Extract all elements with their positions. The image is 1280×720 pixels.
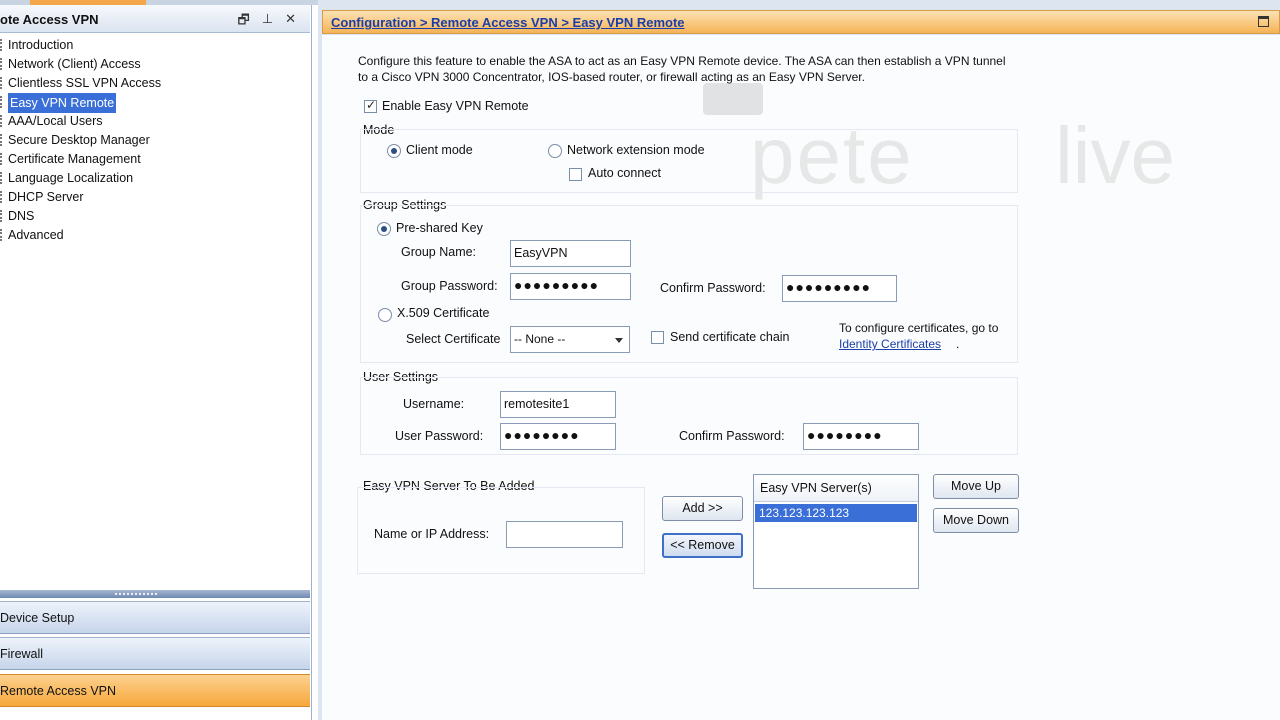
identity-certificates-link[interactable]: Identity Certificates xyxy=(839,337,941,351)
group-name-input[interactable]: EasyVPN xyxy=(510,240,631,267)
remove-server-button[interactable]: << Remove xyxy=(662,533,743,558)
send-certificate-chain-checkbox[interactable] xyxy=(651,331,664,344)
pre-shared-key-radio[interactable] xyxy=(377,222,391,236)
pin-icon[interactable]: ⊥ xyxy=(262,11,273,33)
nav-label: Device Setup xyxy=(0,611,75,625)
feature-description: Configure this feature to enable the ASA… xyxy=(358,54,1006,84)
tree-item-advanced[interactable]: Advanced xyxy=(0,226,310,245)
client-mode-label: Client mode xyxy=(406,143,473,157)
x509-certificate-radio[interactable] xyxy=(378,308,392,322)
nav-firewall[interactable]: Firewall xyxy=(0,637,310,670)
add-server-button[interactable]: Add >> xyxy=(662,496,743,521)
certificate-hint-text: To configure certificates, go to xyxy=(839,321,999,335)
auto-connect-checkbox[interactable] xyxy=(569,168,582,181)
tree-item-network-client-access[interactable]: Network (Client) Access xyxy=(0,55,310,74)
user-password-label: User Password: xyxy=(395,429,484,443)
tree-item-dns[interactable]: DNS xyxy=(0,207,310,226)
username-input[interactable]: remotesite1 xyxy=(500,391,616,418)
user-settings-box xyxy=(360,377,1018,455)
enable-easy-vpn-label: Enable Easy VPN Remote xyxy=(382,99,529,113)
tree-item-aaa-local-users[interactable]: AAA/Local Users xyxy=(0,112,310,131)
restore-icon[interactable]: 🗗 xyxy=(238,11,250,33)
group-confirm-password-label: Confirm Password: xyxy=(660,281,766,295)
certificate-link-suffix: . xyxy=(956,337,960,351)
breadcrumb[interactable]: Configuration > Remote Access VPN > Easy… xyxy=(331,15,685,30)
network-extension-radio[interactable] xyxy=(548,144,562,158)
panel-splitter[interactable] xyxy=(0,590,310,598)
splitter-grip-icon xyxy=(115,593,157,595)
user-confirm-password-label: Confirm Password: xyxy=(679,429,785,443)
move-up-button[interactable]: Move Up xyxy=(933,474,1019,499)
tree-item-clientless-ssl[interactable]: Clientless SSL VPN Access xyxy=(0,74,310,93)
user-password-input[interactable]: ●●●●●●●● xyxy=(500,423,616,450)
left-panel-header: ote Access VPN 🗗 ⊥ ✕ xyxy=(0,5,310,33)
move-down-button[interactable]: Move Down xyxy=(933,508,1019,533)
auto-connect-label: Auto connect xyxy=(588,166,661,180)
nav-device-setup[interactable]: Device Setup xyxy=(0,601,310,634)
nav-remote-access-vpn[interactable]: Remote Access VPN xyxy=(0,674,310,707)
group-password-input[interactable]: ●●●●●●●●● xyxy=(510,273,631,300)
list-item[interactable]: 123.123.123.123 xyxy=(755,504,917,522)
tree-item-dhcp-server[interactable]: DHCP Server xyxy=(0,188,310,207)
nav-label: Remote Access VPN xyxy=(0,684,117,698)
configuration-header: Configuration > Remote Access VPN > Easy… xyxy=(322,10,1280,34)
mode-group-box xyxy=(360,129,1018,193)
servers-list-header: Easy VPN Server(s) xyxy=(754,475,918,502)
select-certificate-value: -- None -- xyxy=(514,332,566,346)
tree-item-easy-vpn-remote[interactable]: Easy VPN Remote xyxy=(0,93,310,113)
left-panel-title: ote Access VPN xyxy=(0,12,99,27)
close-icon[interactable]: ✕ xyxy=(285,11,296,33)
client-mode-radio[interactable] xyxy=(387,144,401,158)
tree-item-language-localization[interactable]: Language Localization xyxy=(0,169,310,188)
server-address-input[interactable] xyxy=(506,521,623,548)
easy-vpn-servers-list[interactable]: Easy VPN Server(s) 123.123.123.123 xyxy=(753,474,919,589)
select-certificate-dropdown[interactable]: -- None -- xyxy=(510,326,630,353)
network-extension-label: Network extension mode xyxy=(567,143,705,157)
group-confirm-password-input[interactable]: ●●●●●●●●● xyxy=(782,275,897,302)
group-password-label: Group Password: xyxy=(401,279,498,293)
navigation-tree: Introduction Network (Client) Access Cli… xyxy=(0,36,310,245)
nav-label: Firewall xyxy=(0,647,44,661)
tree-item-secure-desktop[interactable]: Secure Desktop Manager xyxy=(0,131,310,150)
user-confirm-password-input[interactable]: ●●●●●●●● xyxy=(803,423,919,450)
x509-certificate-label: X.509 Certificate xyxy=(397,306,490,320)
tree-item-certificate-management[interactable]: Certificate Management xyxy=(0,150,310,169)
username-label: Username: xyxy=(403,397,465,411)
enable-easy-vpn-checkbox[interactable] xyxy=(364,98,377,113)
watermark-text-right: live xyxy=(1055,111,1176,200)
pre-shared-key-label: Pre-shared Key xyxy=(396,221,483,235)
group-name-label: Group Name: xyxy=(401,245,477,259)
tree-item-introduction[interactable]: Introduction xyxy=(0,36,310,55)
maximize-icon[interactable] xyxy=(1258,16,1269,27)
server-name-label: Name or IP Address: xyxy=(374,527,490,541)
chevron-down-icon xyxy=(615,338,623,343)
send-certificate-chain-label: Send certificate chain xyxy=(670,330,790,344)
select-certificate-label: Select Certificate xyxy=(406,332,501,346)
